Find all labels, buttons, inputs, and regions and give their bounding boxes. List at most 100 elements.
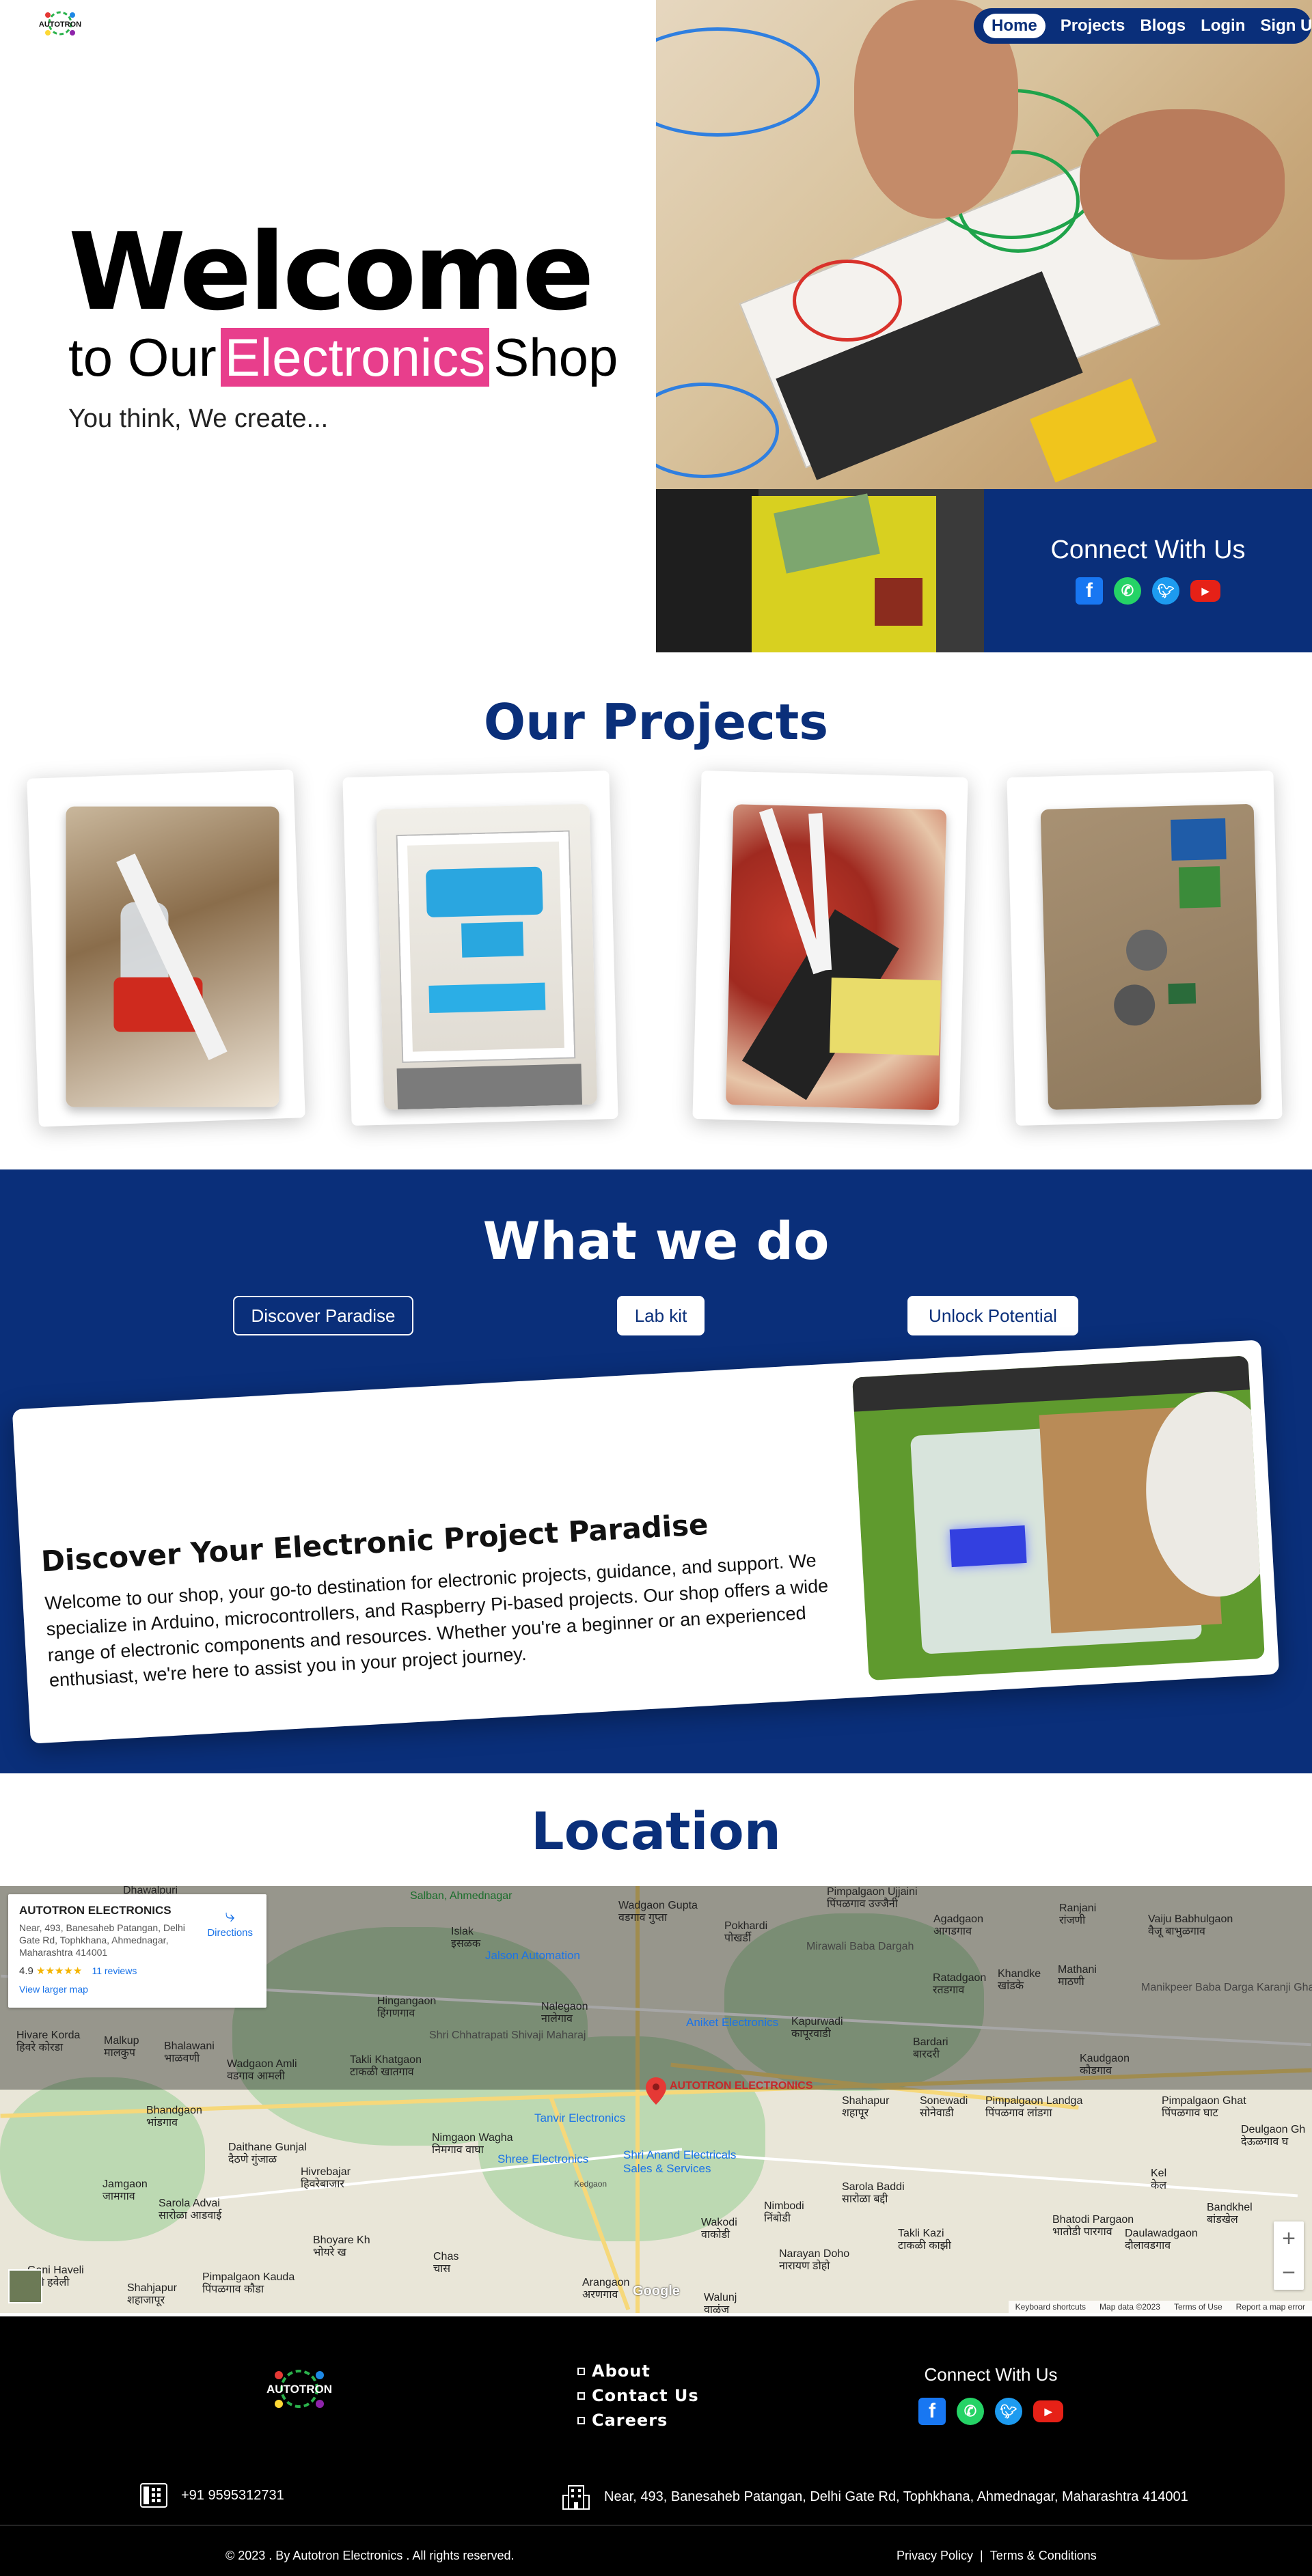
building-icon xyxy=(562,2485,590,2510)
social-icons: f ✆ 🐦︎ ▶ xyxy=(984,577,1312,605)
hero-subheadline: to Our Electronics Shop xyxy=(68,328,618,387)
nav-login[interactable]: Login xyxy=(1201,16,1245,36)
project-photo xyxy=(1040,803,1262,1110)
nav-signup[interactable]: Sign Up xyxy=(1260,16,1312,36)
whatsapp-icon[interactable]: ✆ xyxy=(1114,577,1141,605)
map-label: Ratadgaon रतडगाव xyxy=(933,1972,987,1997)
bullet-icon xyxy=(577,2416,585,2424)
map-label: Shahapur शहापूर xyxy=(842,2095,890,2120)
map-label: Kedgaon xyxy=(574,2179,607,2189)
project-card[interactable] xyxy=(27,769,305,1127)
hero-sub-highlight: Electronics xyxy=(220,328,490,387)
map-label: Bandkhel बांडखेल xyxy=(1207,2202,1253,2226)
map-label: Malkup मालकुप xyxy=(104,2035,139,2060)
map-satellite-toggle[interactable] xyxy=(8,2269,42,2303)
directions-button[interactable]: ⤷ Directions xyxy=(207,1905,253,1939)
map-info-card: AUTOTRON ELECTRONICS Near, 493, Banesahe… xyxy=(8,1894,266,2008)
map-label: Kapurwadi कापूरवाडी xyxy=(791,2016,843,2040)
terms-of-use-link[interactable]: Terms of Use xyxy=(1174,2302,1222,2312)
map-data-text: Map data ©2023 xyxy=(1099,2302,1160,2312)
map-label: Arangaon अरणगाव xyxy=(582,2277,630,2301)
footer-logo[interactable]: AUTOTRON xyxy=(258,2362,340,2423)
footer-link-careers[interactable]: Careers xyxy=(577,2411,699,2430)
tab-unlock-potential[interactable]: Unlock Potential xyxy=(907,1296,1078,1335)
whatsapp-icon[interactable]: ✆ xyxy=(957,2398,984,2425)
hero-tagline: You think, We create... xyxy=(68,404,329,433)
nav-projects[interactable]: Projects xyxy=(1061,16,1125,36)
twitter-icon[interactable]: 🐦︎ xyxy=(995,2398,1022,2425)
map-rating: 4.9 ★★★★★ 11 reviews xyxy=(19,1965,256,1977)
map-label: Shahjapur शहाजापूर xyxy=(127,2282,177,2307)
map-label: Khandke खांडके xyxy=(998,1968,1041,1993)
project-card[interactable] xyxy=(342,770,618,1126)
footer-link-contact[interactable]: Contact Us xyxy=(577,2386,699,2405)
project-photo xyxy=(66,806,279,1107)
map-rating-value: 4.9 xyxy=(19,1965,33,1977)
report-map-error-link[interactable]: Report a map error xyxy=(1236,2302,1305,2312)
map-reviews-link[interactable]: 11 reviews xyxy=(92,1965,137,1976)
map-label: Bhatodi Pargaon भातोडी पारगाव xyxy=(1052,2214,1134,2239)
bullet-icon xyxy=(577,2392,585,2400)
project-card[interactable] xyxy=(692,770,968,1126)
hero-connect-box: Connect With Us f ✆ 🐦︎ ▶ xyxy=(984,489,1312,652)
map-label: Bhandgaon भांडगाव xyxy=(146,2105,202,2129)
map-label: Nalegaon नालेगाव xyxy=(541,2001,588,2025)
hero-section: AUTOTRON Welcome to Our Electronics Shop… xyxy=(0,0,1312,652)
map-label: Bardari बारदरी xyxy=(913,2036,948,2061)
map-label: Sarola Baddi सारोळा बद्दी xyxy=(842,2181,905,2206)
map-label: Kaudgaon कौडगाव xyxy=(1080,2053,1130,2077)
top-nav: Home Projects Blogs Login Sign Up xyxy=(974,8,1312,44)
zoom-in-button[interactable]: + xyxy=(1274,2221,1304,2256)
map-poi-label: Shri Anand Electricals Sales & Services xyxy=(623,2148,737,2175)
map-label: Daithane Gunjal दैठणे गुंजाळ xyxy=(228,2142,307,2166)
autotron-logo[interactable]: AUTOTRON xyxy=(34,7,86,42)
map-label: Nimgaon Wagha निमगाव वाघा xyxy=(432,2132,513,2157)
map-label: Hingangaon हिंगणगाव xyxy=(377,1995,437,2020)
footer-legal-links: Privacy Policy | Terms & Conditions xyxy=(897,2549,1097,2563)
footer-phone[interactable]: +91 9595312731 xyxy=(140,2483,284,2508)
map-zoom-controls: + − xyxy=(1274,2221,1304,2290)
what-we-do-card: Discover Your Electronic Project Paradis… xyxy=(12,1340,1280,1744)
view-larger-map-link[interactable]: View larger map xyxy=(19,1984,256,1995)
projects-section: Our Projects xyxy=(0,652,1312,1169)
youtube-icon[interactable]: ▶ xyxy=(1190,580,1220,602)
hero-main-photo xyxy=(656,0,1312,489)
facebook-icon[interactable]: f xyxy=(1076,577,1103,605)
map-label: Pimpalgaon Kauda पिंपळगाव कौडा xyxy=(202,2271,295,2296)
twitter-icon[interactable]: 🐦︎ xyxy=(1152,577,1179,605)
map-label: Wakodi वाकोडी xyxy=(701,2217,737,2241)
hero-sub-prefix: to Our xyxy=(68,327,217,387)
nav-home[interactable]: Home xyxy=(983,14,1046,38)
hero-text-panel: AUTOTRON Welcome to Our Electronics Shop… xyxy=(0,0,656,652)
project-photo xyxy=(725,804,947,1111)
svg-text:AUTOTRON: AUTOTRON xyxy=(39,20,81,29)
facebook-icon[interactable]: f xyxy=(918,2398,946,2425)
map-label: Bhoyare Kh भोयरे ख xyxy=(313,2234,370,2259)
map-label: Pimpalgaon Ghat पिंपळगाव घाट xyxy=(1162,2095,1246,2120)
directions-label: Directions xyxy=(207,1927,253,1939)
map-label: Jamgaon जामगाव xyxy=(102,2178,148,2203)
map-label: Shri Chhatrapati Shivaji Maharaj xyxy=(429,2030,586,2041)
map-pin-icon[interactable] xyxy=(646,2077,666,2105)
card-photo xyxy=(852,1355,1265,1681)
map-embed[interactable]: Dhawalpuri Salban, Ahmednagar Wadgaon Gu… xyxy=(0,1886,1312,2313)
map-label: Vaiju Babhulgaon वैजू बाभुळगाव xyxy=(1148,1913,1233,1938)
map-label: Salban, Ahmednagar xyxy=(410,1890,512,1902)
footer-link-about[interactable]: About xyxy=(577,2362,699,2381)
hero-sub-suffix: Shop xyxy=(493,327,618,387)
tab-discover-paradise[interactable]: Discover Paradise xyxy=(233,1296,413,1335)
map-label: Agadgaon आगडगाव xyxy=(933,1913,983,1938)
footer-copyright: © 2023 . By Autotron Electronics . All r… xyxy=(226,2549,515,2562)
directions-icon: ⤷ xyxy=(225,1905,235,1926)
project-card[interactable] xyxy=(1007,770,1283,1126)
tab-lab-kit[interactable]: Lab kit xyxy=(617,1296,705,1335)
keyboard-shortcuts-link[interactable]: Keyboard shortcuts xyxy=(1015,2302,1086,2312)
nav-blogs[interactable]: Blogs xyxy=(1140,16,1186,36)
project-photo xyxy=(376,803,598,1110)
youtube-icon[interactable]: ▶ xyxy=(1033,2400,1063,2422)
map-pin-label: AUTOTRON ELECTRONICS xyxy=(670,2080,813,2092)
what-we-do-title: What we do xyxy=(482,1210,830,1271)
terms-conditions-link[interactable]: Terms & Conditions xyxy=(990,2549,1097,2563)
zoom-out-button[interactable]: − xyxy=(1274,2256,1304,2290)
privacy-policy-link[interactable]: Privacy Policy xyxy=(897,2549,973,2563)
